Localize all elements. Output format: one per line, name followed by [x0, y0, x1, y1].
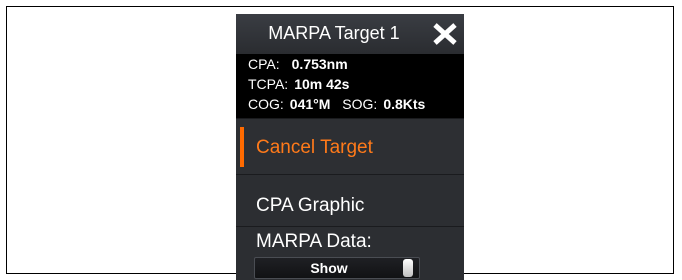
title-bar: MARPA Target 1 [236, 14, 464, 54]
toggle-knob[interactable] [403, 259, 413, 277]
marpa-data-item: MARPA Data: Show [236, 226, 464, 280]
cpa-graphic-label: CPA Graphic [256, 195, 365, 216]
cancel-target-button[interactable]: Cancel Target [236, 118, 464, 174]
cancel-target-label: Cancel Target [256, 137, 373, 158]
selection-indicator [240, 127, 244, 167]
marpa-target-dialog: MARPA Target 1 CPA: 0.753nm TCPA: 10m 42s … [236, 14, 464, 280]
cog-sog-line: COG: 041°M SOG: 0.8Kts [248, 96, 425, 112]
cpa-value: 0.753nm [291, 56, 348, 72]
marpa-data-value: Show [310, 260, 348, 276]
tcpa-value: 10m 42s [294, 76, 350, 92]
target-info: CPA: 0.753nm TCPA: 10m 42s COG: 041°M SOG: 0… [236, 54, 464, 118]
close-icon[interactable] [432, 22, 458, 46]
marpa-data-toggle[interactable]: Show [254, 257, 420, 279]
tcpa-line: TCPA: 10m 42s [248, 76, 349, 92]
cog-label: COG: [248, 96, 284, 112]
marpa-data-label: MARPA Data: [256, 231, 372, 252]
cpa-line: CPA: 0.753nm [248, 56, 348, 72]
tcpa-label: TCPA: [248, 76, 289, 92]
cog-value: 041°M [289, 96, 331, 112]
dialog-title: MARPA Target 1 [268, 23, 400, 43]
cpa-graphic-button[interactable]: CPA Graphic [236, 174, 464, 226]
sog-value: 0.8Kts [383, 96, 426, 112]
sog-label: SOG: [342, 96, 378, 112]
cpa-label: CPA: [248, 56, 280, 72]
